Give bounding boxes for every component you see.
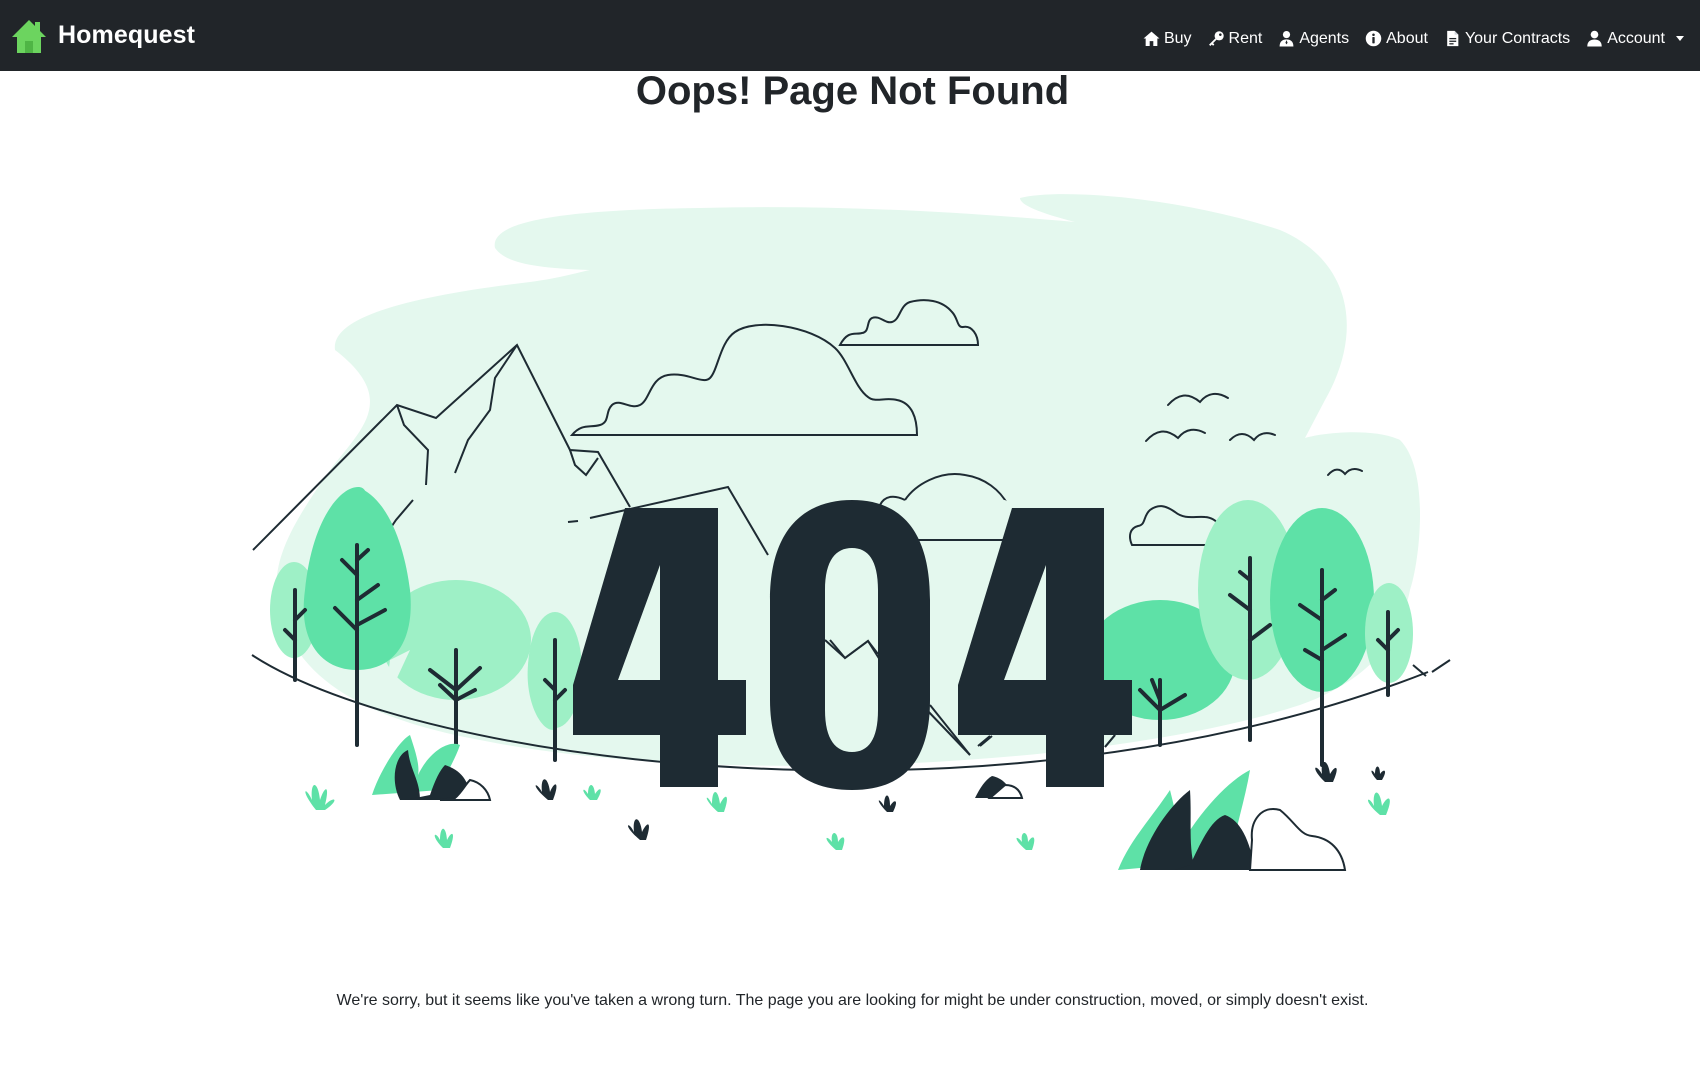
nav-rent-label: Rent: [1228, 29, 1263, 47]
nav-buy[interactable]: Buy: [1143, 30, 1192, 48]
nav-about[interactable]: About: [1365, 30, 1428, 48]
nav-about-label: About: [1386, 29, 1428, 47]
house-icon: [12, 19, 46, 53]
navbar: Homequest Buy Rent Agents About Your Con…: [0, 0, 1700, 71]
nav-contracts[interactable]: Your Contracts: [1444, 30, 1570, 48]
page-title: Oops! Page Not Found: [635, 69, 1070, 113]
nav-agents-label: Agents: [1299, 29, 1350, 47]
home-icon: [1143, 31, 1160, 46]
nav-contracts-label: Your Contracts: [1464, 29, 1571, 47]
404-scene: [251, 194, 1451, 871]
nav-account-label: Account: [1607, 29, 1665, 47]
info-circle-icon: [1365, 30, 1382, 47]
agent-icon: [1279, 30, 1294, 47]
brand-name: Homequest: [58, 21, 196, 49]
key-icon: [1208, 31, 1224, 46]
user-icon: [1587, 30, 1602, 47]
brand-link[interactable]: Homequest: [10, 17, 195, 55]
error-message: We're sorry, but it seems like you've ta…: [336, 992, 1369, 1009]
nav-account-dropdown[interactable]: Account: [1586, 30, 1684, 48]
nav-agents[interactable]: Agents: [1278, 30, 1349, 48]
nav-buy-label: Buy: [1163, 29, 1192, 47]
nav-links: Buy Rent Agents About Your Contracts Acc…: [1143, 30, 1684, 48]
404-illustration: [0, 140, 1700, 900]
document-icon: [1447, 30, 1459, 47]
nav-rent[interactable]: Rent: [1208, 29, 1263, 48]
chevron-down-icon: [1676, 36, 1684, 41]
